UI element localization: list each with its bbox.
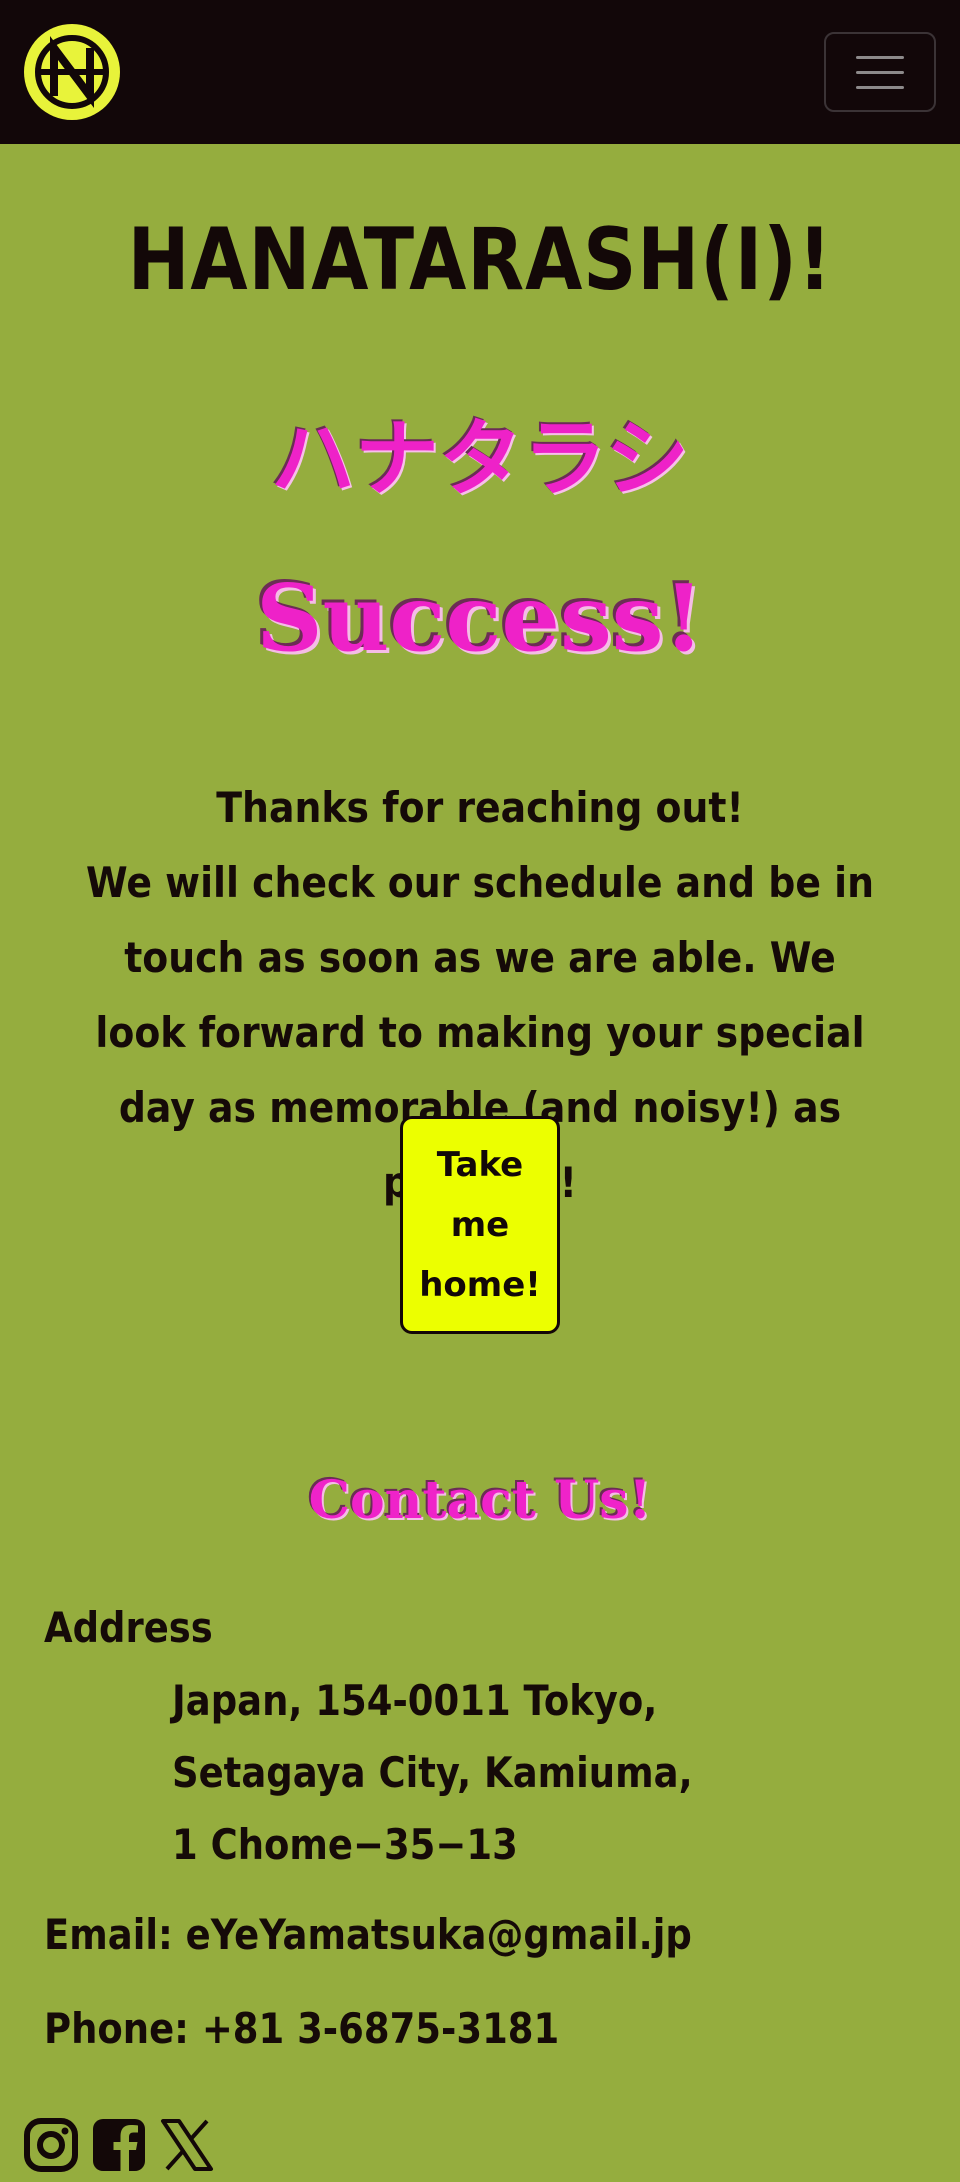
address-line: 1 Chome−35−13 <box>172 1820 518 1869</box>
page-title: HANATARASH(I)! <box>127 210 833 310</box>
address-line: Japan, 154-0011 Tokyo, <box>172 1676 658 1725</box>
address-line: Setagaya City, Kamiuma, <box>172 1748 693 1797</box>
message-line-thanks: Thanks for reaching out! <box>216 783 744 832</box>
instagram-icon[interactable] <box>22 2116 80 2174</box>
social-links <box>22 2116 216 2174</box>
contact-heading: Contact Us! <box>308 1470 652 1531</box>
navbar <box>0 0 960 144</box>
address-label: Address <box>44 1603 213 1652</box>
facebook-icon[interactable] <box>90 2116 148 2174</box>
take-me-home-button[interactable]: Take me home! <box>400 1116 560 1334</box>
kana-title: ハナタラシ <box>270 410 690 508</box>
email-link[interactable]: Email: eYeYamatsuka@gmail.jp <box>44 1910 692 1959</box>
x-twitter-icon[interactable] <box>158 2116 216 2174</box>
hamburger-menu-icon <box>856 55 904 59</box>
phone-link[interactable]: Phone: +81 3-6875-3181 <box>44 2004 559 2053</box>
hamburger-menu-button[interactable] <box>824 32 936 112</box>
success-heading: Success! <box>256 564 704 672</box>
hanatarashi-logo-icon[interactable] <box>24 24 120 120</box>
